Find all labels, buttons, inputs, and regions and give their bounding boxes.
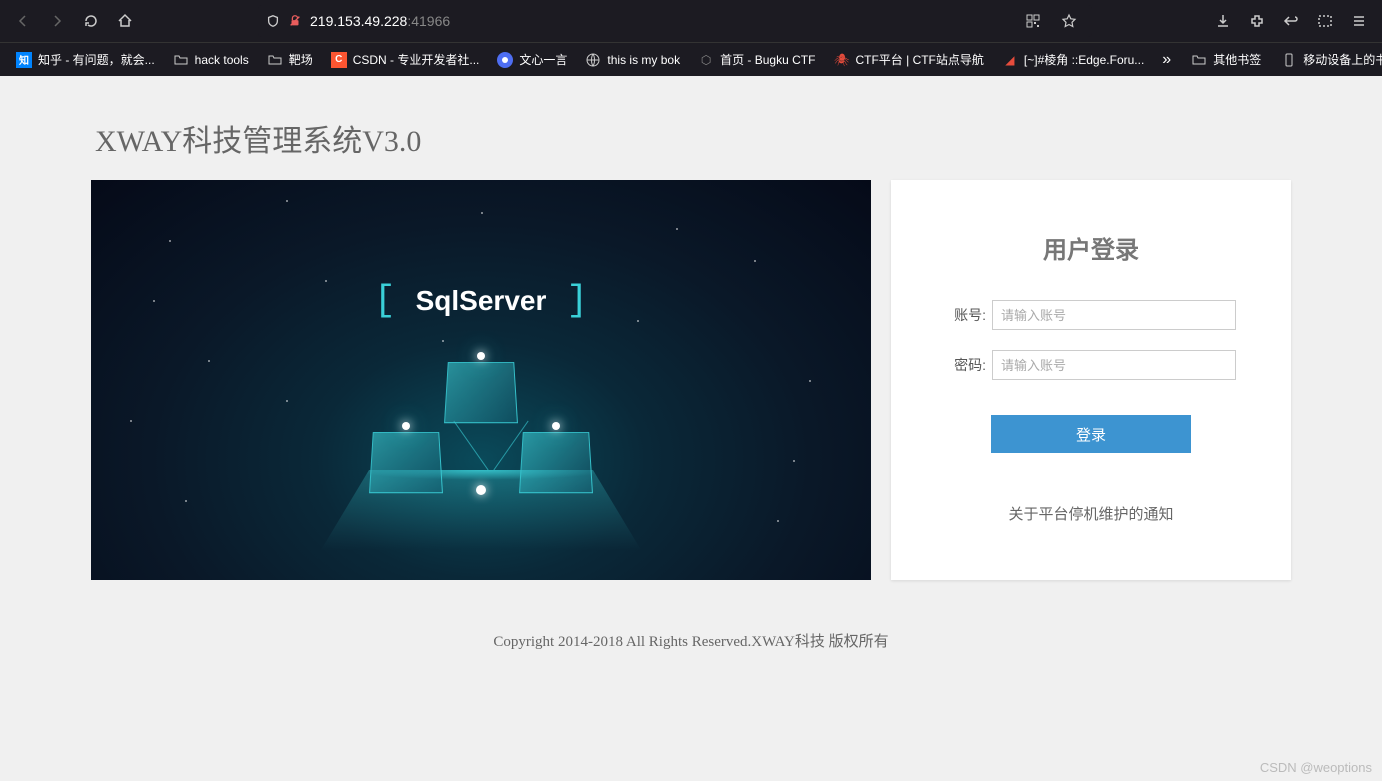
password-input[interactable] [992,350,1236,380]
url-text: 219.153.49.228:41966 [310,13,912,29]
main-area: [ SqlServer ] 用户登录 账号: 密码: [91,180,1291,580]
bookmark-edge[interactable]: ◢ [~]#棱角 ::Edge.Foru... [994,47,1152,72]
nav-bar: 219.153.49.228:41966 [0,0,1382,42]
bookmarks-bar: 知 知乎 - 有问题，就会... hack tools 靶场 C CSDN - … [0,42,1382,76]
screenshot-icon[interactable] [1310,6,1340,36]
bookmark-ernie[interactable]: 文心一言 [489,47,575,72]
downloads-icon[interactable] [1208,6,1238,36]
account-row: 账号: [946,300,1236,330]
back-arrow-icon[interactable] [1276,6,1306,36]
browser-chrome: 219.153.49.228:41966 知 知乎 - 有问题，就会... ha… [0,0,1382,76]
hero-text: SqlServer [416,285,547,317]
reload-button[interactable] [76,6,106,36]
bookmark-csdn[interactable]: C CSDN - 专业开发者社... [323,47,488,72]
watermark: CSDN @weoptions [1260,760,1372,775]
page-title: XWAY科技管理系统V3.0 [91,116,1291,160]
bookmark-range[interactable]: 靶场 [259,47,321,72]
edge-icon: ◢ [1002,52,1018,68]
bugku-icon: ⬡ [698,52,714,68]
bracket-left-icon: [ [374,280,396,321]
bookmark-hacktools[interactable]: hack tools [165,48,257,72]
extensions-icon[interactable] [1242,6,1272,36]
bookmark-label: [~]#棱角 ::Edge.Foru... [1024,51,1144,68]
ctf-icon: 🕷 [833,52,849,68]
bookmark-zhihu[interactable]: 知 知乎 - 有问题，就会... [8,47,163,72]
qr-icon[interactable] [1018,6,1048,36]
bookmark-label: this is my bok [607,53,680,67]
login-button[interactable]: 登录 [991,415,1191,453]
bookmarks-right: » 其他书签 移动设备上的书签 [1154,47,1382,73]
bookmark-label: 首页 - Bugku CTF [720,51,815,68]
globe-icon [585,52,601,68]
container: XWAY科技管理系统V3.0 [ SqlServer ] [91,116,1291,580]
folder-icon [1191,52,1207,68]
folder-icon [267,52,283,68]
other-bookmarks[interactable]: 其他书签 [1183,47,1269,72]
account-label: 账号: [946,305,986,325]
hero-image: [ SqlServer ] [91,180,871,580]
page-footer: Copyright 2014-2018 All Rights Reserved.… [0,630,1382,651]
nav-icons-right [1208,6,1374,36]
bookmark-label: CSDN - 专业开发者社... [353,51,480,68]
page-content: XWAY科技管理系统V3.0 [ SqlServer ] [0,76,1382,651]
account-input[interactable] [992,300,1236,330]
mobile-icon [1281,52,1297,68]
bookmark-label: hack tools [195,53,249,67]
hero-platform [291,350,671,550]
nav-icons-left [8,6,140,36]
insecure-lock-icon [288,14,302,28]
maintenance-notice-link[interactable]: 关于平台停机维护的通知 [946,503,1236,524]
back-button[interactable] [8,6,38,36]
bookmark-label: 靶场 [289,51,313,68]
url-bar[interactable]: 219.153.49.228:41966 [258,5,1092,37]
bookmark-bok[interactable]: this is my bok [577,48,688,72]
bookmark-label: CTF平台 | CTF站点导航 [855,51,983,68]
bookmark-bugku[interactable]: ⬡ 首页 - Bugku CTF [690,47,823,72]
url-right-icons [1018,6,1084,36]
folder-icon [173,52,189,68]
forward-button[interactable] [42,6,72,36]
bracket-right-icon: ] [566,280,588,321]
ernie-icon [497,52,513,68]
csdn-icon: C [331,52,347,68]
shield-icon [266,14,280,28]
bookmarks-overflow[interactable]: » [1154,47,1179,73]
home-button[interactable] [110,6,140,36]
login-title: 用户登录 [946,230,1236,265]
menu-icon[interactable] [1344,6,1374,36]
bookmark-label: 移动设备上的书签 [1303,51,1382,68]
bookmark-ctf[interactable]: 🕷 CTF平台 | CTF站点导航 [825,47,991,72]
bookmark-label: 其他书签 [1213,51,1261,68]
bookmark-star-icon[interactable] [1054,6,1084,36]
mobile-bookmarks[interactable]: 移动设备上的书签 [1273,47,1382,72]
zhihu-icon: 知 [16,52,32,68]
bookmark-label: 文心一言 [519,51,567,68]
login-panel: 用户登录 账号: 密码: 登录 关于平台停机维护的通知 [891,180,1291,580]
password-label: 密码: [946,355,986,375]
hero-title: [ SqlServer ] [374,280,588,321]
password-row: 密码: [946,350,1236,380]
bookmark-label: 知乎 - 有问题，就会... [38,51,155,68]
